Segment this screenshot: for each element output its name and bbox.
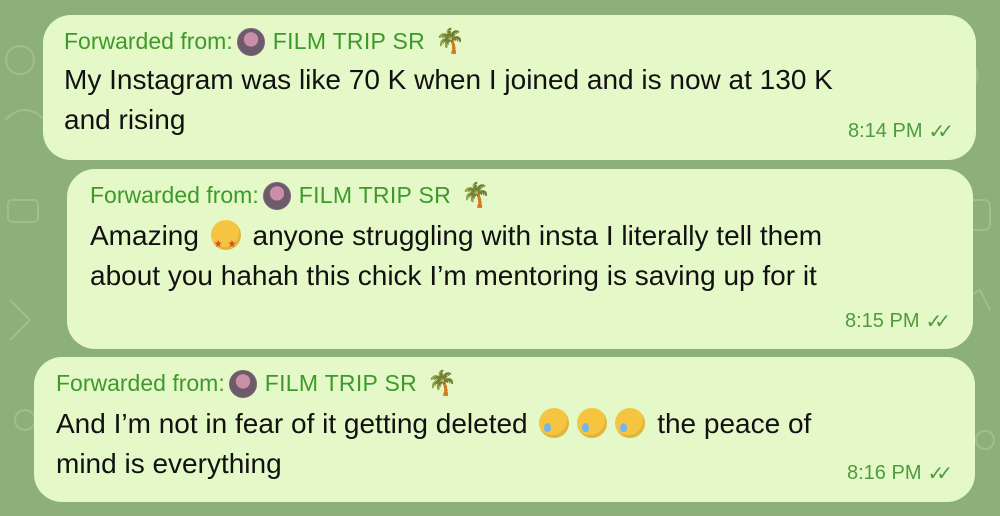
message-fragment: anyone struggling with insta I literally…	[252, 220, 823, 251]
palm-tree-icon: 🌴	[427, 370, 457, 397]
forwarded-label: Forwarded from:	[90, 182, 259, 208]
message-line: and rising	[64, 104, 186, 135]
message-line: My Instagram was like 70 K when I joined…	[64, 64, 833, 95]
smiling-tear-emoji-icon	[615, 408, 646, 438]
message-line: And I’m not in fear of it getting delete…	[56, 404, 811, 444]
message-time: 8:15 PM	[845, 310, 920, 332]
forwarded-header[interactable]: Forwarded from: FILM TRIP SR 🌴	[64, 27, 465, 56]
message-fragment: And I’m not in fear of it getting delete…	[56, 408, 528, 439]
message-meta: 8:15 PM ✓✓	[845, 309, 951, 334]
double-check-icon: ✓✓	[927, 463, 952, 485]
forwarded-header[interactable]: Forwarded from: FILM TRIP SR 🌴	[56, 369, 457, 398]
double-check-icon: ✓✓	[928, 121, 953, 143]
message-text: Amazing anyone struggling with insta I l…	[90, 216, 822, 296]
channel-avatar	[228, 369, 257, 398]
message-bubble[interactable]: Forwarded from: FILM TRIP SR 🌴 And I’m n…	[34, 357, 975, 502]
double-check-icon: ✓✓	[925, 311, 950, 333]
message-line: mind is everything	[56, 448, 282, 479]
forwarded-label: Forwarded from:	[56, 370, 225, 396]
message-fragment: Amazing	[90, 220, 199, 251]
forwarded-channel-name[interactable]: FILM TRIP SR	[299, 182, 451, 209]
message-line: Amazing anyone struggling with insta I l…	[90, 216, 823, 265]
message-text: My Instagram was like 70 K when I joined…	[64, 60, 833, 140]
forwarded-header[interactable]: Forwarded from: FILM TRIP SR 🌴	[90, 181, 491, 210]
star-struck-emoji-icon	[210, 220, 241, 265]
message-time: 8:14 PM	[848, 120, 923, 142]
channel-avatar	[262, 181, 291, 210]
smiling-tear-emoji-icon	[539, 408, 570, 438]
palm-tree-icon: 🌴	[435, 28, 465, 55]
smiling-tear-emoji-icon	[577, 408, 608, 438]
palm-tree-icon: 🌴	[461, 182, 491, 209]
message-meta: 8:14 PM ✓✓	[848, 119, 954, 144]
message-bubble[interactable]: Forwarded from: FILM TRIP SR 🌴 My Instag…	[43, 15, 976, 160]
forwarded-channel-name[interactable]: FILM TRIP SR	[265, 370, 417, 397]
message-bubble[interactable]: Forwarded from: FILM TRIP SR 🌴 Amazing a…	[67, 169, 973, 349]
channel-avatar	[236, 27, 265, 56]
message-line: about you hahah this chick I’m mentoring…	[90, 260, 817, 291]
forwarded-label: Forwarded from:	[64, 28, 233, 54]
message-time: 8:16 PM	[847, 462, 922, 484]
message-meta: 8:16 PM ✓✓	[847, 461, 953, 486]
forwarded-channel-name[interactable]: FILM TRIP SR	[273, 28, 425, 55]
message-text: And I’m not in fear of it getting delete…	[56, 404, 811, 484]
message-fragment: the peace of	[657, 408, 812, 439]
